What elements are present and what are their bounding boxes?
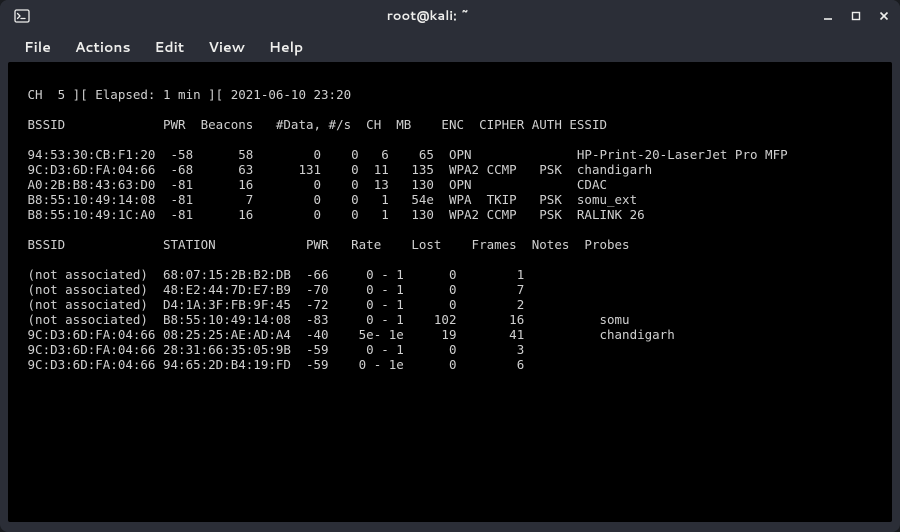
- menu-file[interactable]: File: [14, 34, 61, 60]
- menubar: File Actions Edit View Help: [0, 32, 900, 62]
- window-title: root@kali: ~: [36, 7, 820, 25]
- minimize-button[interactable]: [820, 8, 836, 24]
- close-icon: [878, 10, 890, 22]
- maximize-button[interactable]: [848, 8, 864, 24]
- terminal-content[interactable]: CH 5 ][ Elapsed: 1 min ][ 2021-06-10 23:…: [8, 62, 892, 522]
- menu-help[interactable]: Help: [259, 34, 313, 60]
- menu-actions[interactable]: Actions: [65, 34, 141, 60]
- menu-edit[interactable]: Edit: [145, 34, 195, 60]
- maximize-icon: [850, 10, 862, 22]
- titlebar[interactable]: root@kali: ~: [0, 0, 900, 32]
- menu-view[interactable]: View: [198, 34, 255, 60]
- close-button[interactable]: [876, 8, 892, 24]
- titlebar-app-icon: [8, 8, 36, 24]
- terminal-icon: [14, 8, 30, 24]
- terminal-window: root@kali: ~ File Actions Edit View Help…: [0, 0, 900, 532]
- window-controls: [820, 8, 892, 24]
- minimize-icon: [822, 10, 834, 22]
